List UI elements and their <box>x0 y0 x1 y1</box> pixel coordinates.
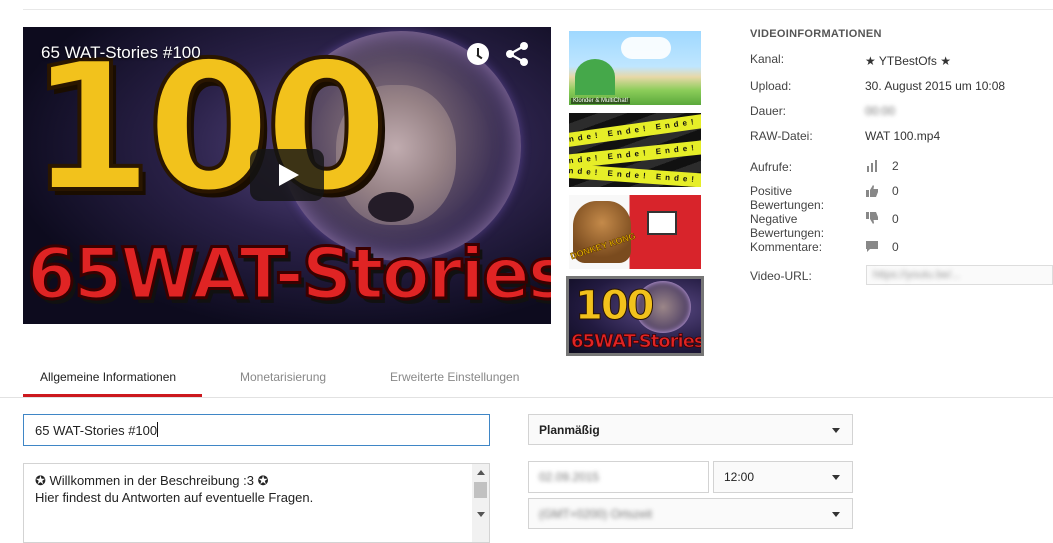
bar-chart-icon <box>867 160 877 172</box>
tab-monetization[interactable]: Monetarisierung <box>240 370 326 384</box>
small-series-text: 65WAT-Stories <box>571 331 704 353</box>
upload-label: Upload: <box>750 79 792 93</box>
cloud-shape <box>621 37 671 59</box>
thumbnail-number-text: 100 <box>27 27 391 231</box>
hill-shape <box>575 59 615 95</box>
play-icon[interactable] <box>250 149 324 201</box>
video-url-value: https://youtu.be/... <box>873 269 961 281</box>
tabs-divider <box>0 397 1053 398</box>
comments-label: Kommentare: <box>750 240 823 254</box>
timezone-value: (GMT+0200) Ortszeit <box>539 507 653 521</box>
tab-general-info[interactable]: Allgemeine Informationen <box>40 370 176 384</box>
channel-value[interactable]: ★ YTBestOfs ★ <box>865 54 951 68</box>
positive-ratings-value: 0 <box>892 184 899 198</box>
description-scrollbar[interactable] <box>472 464 489 542</box>
tv-shape <box>647 211 677 235</box>
raw-file-label: RAW-Datei: <box>750 129 813 143</box>
tab-advanced-settings[interactable]: Erweiterte Einstellungen <box>390 370 519 384</box>
privacy-select-value: Planmäßig <box>539 423 600 437</box>
title-input-value: 65 WAT-Stories #100 <box>35 423 158 438</box>
thumbnail-option-4-selected[interactable]: 100 65WAT-Stories <box>566 276 704 356</box>
chevron-down-icon <box>832 428 840 433</box>
timezone-select[interactable]: (GMT+0200) Ortszeit <box>528 498 853 529</box>
description-line: Hier findest du Antworten auf eventuelle… <box>35 490 314 505</box>
video-url-label: Video-URL: <box>750 269 812 283</box>
video-player[interactable]: 100 65WAT-Stories 65 WAT-Stories #100 <box>23 27 551 324</box>
video-url-field[interactable]: https://youtu.be/... <box>866 265 1053 285</box>
thumbs-up-icon <box>866 185 878 197</box>
thumbnail-option-2[interactable]: Ende! Ende! Ende! Ende! Ende! Ende! Ende… <box>569 113 701 187</box>
thumbs-down-icon <box>866 212 878 224</box>
schedule-time-select[interactable]: 12:00 <box>713 461 853 493</box>
duration-label: Dauer: <box>750 104 787 118</box>
negative-ratings-label: Negative Bewertungen: <box>750 212 825 240</box>
thumbnail-option-3[interactable]: DONKEY KONG <box>569 195 701 269</box>
video-title-overlay[interactable]: 65 WAT-Stories #100 <box>41 43 201 63</box>
schedule-date-value: 02.09.2015 <box>539 470 600 484</box>
scroll-thumb[interactable] <box>474 482 487 498</box>
top-divider <box>23 9 1053 10</box>
share-icon[interactable] <box>505 41 529 67</box>
schedule-date-input[interactable]: 02.09.2015 <box>528 461 709 493</box>
views-label: Aufrufe: <box>750 160 793 174</box>
schedule-time-value: 12:00 <box>724 470 755 484</box>
privacy-select[interactable]: Planmäßig <box>528 414 853 445</box>
raw-file-value: WAT 100.mp4 <box>865 129 941 143</box>
thumbnail-option-1[interactable]: Klonder & MultiChat! <box>569 31 701 105</box>
ende-stripe: Ende! Ende! Ende! Ende! Ende! <box>569 163 701 187</box>
views-value: 2 <box>892 159 899 173</box>
chevron-down-icon <box>832 512 840 517</box>
scroll-down-icon[interactable] <box>477 512 485 517</box>
channel-label: Kanal: <box>750 52 785 66</box>
thumbnail-series-text: 65WAT-Stories <box>26 233 552 315</box>
text-caret <box>157 422 159 437</box>
description-textarea[interactable]: ✪ Willkommen in der Beschreibung :3 ✪ Hi… <box>23 463 490 543</box>
small-number-text: 100 <box>575 283 655 330</box>
description-line: ✪ Willkommen in der Beschreibung :3 ✪ <box>35 473 269 488</box>
positive-ratings-label: Positive Bewertungen: <box>750 184 825 212</box>
video-info-heading: VIDEOINFORMATIONEN <box>750 28 882 40</box>
chevron-down-icon <box>832 475 840 480</box>
comments-value: 0 <box>892 240 899 254</box>
clock-icon[interactable] <box>467 43 489 65</box>
thumbnail-caption: Klonder & MultiChat! <box>571 98 631 104</box>
comment-icon <box>866 241 878 252</box>
upload-value: 30. August 2015 um 10:08 <box>865 79 1006 93</box>
negative-ratings-value: 0 <box>892 212 899 226</box>
scroll-up-icon[interactable] <box>477 470 485 475</box>
title-input[interactable]: 65 WAT-Stories #100 <box>23 414 490 446</box>
duration-value: 00:00 <box>865 104 896 118</box>
